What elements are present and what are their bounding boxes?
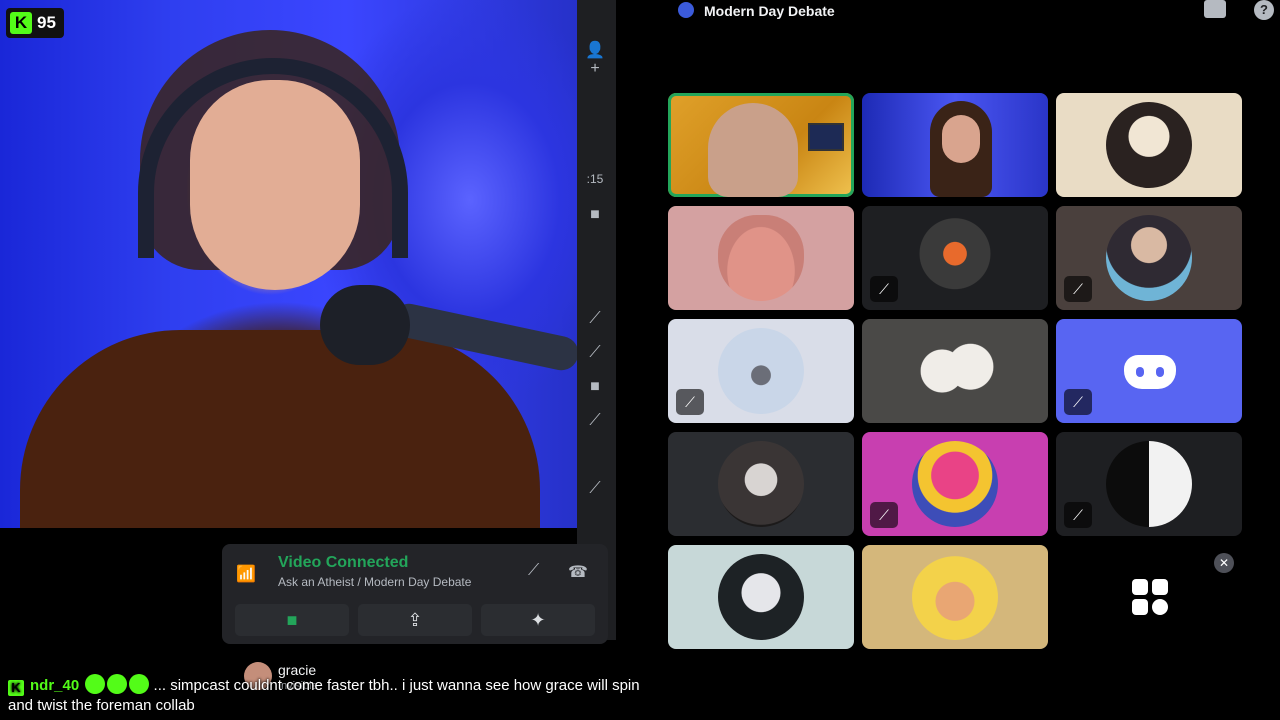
inbox-icon[interactable] [1204, 0, 1226, 18]
video-tile-streamer[interactable] [862, 93, 1048, 197]
channel-header: Modern Day Debate ? [616, 0, 1280, 22]
video-tile-avatar[interactable]: ⟋ [862, 206, 1048, 310]
chat-username: ndr_40 [30, 677, 80, 694]
mouth-avatar [718, 215, 804, 301]
mic-muted-icon: ⟋ [589, 310, 601, 327]
video-tile-avatar[interactable] [1056, 93, 1242, 197]
disconnect-icon[interactable]: ☎ [568, 562, 588, 582]
noise-suppression-icon[interactable]: ⟋ [528, 562, 539, 580]
close-icon[interactable]: ✕ [1214, 553, 1234, 573]
mic-muted-icon: ⟋ [870, 276, 898, 302]
video-tile-avatar[interactable]: ⟋ [668, 319, 854, 423]
hooded-figure-avatar [718, 554, 804, 640]
mic-muted-icon: ⟋ [1064, 276, 1092, 302]
camera-icon: ■ [590, 378, 600, 395]
duck-avatar [1106, 215, 1192, 301]
mic-muted-icon: ⟋ [589, 412, 601, 429]
stream-screen: K 95 👤+ :15 ■ ⟋ ⟋ ■ ⟋ ⟋ Modern Day Debat… [0, 0, 1280, 720]
camera-icon: ■ [590, 206, 600, 223]
pink-character-avatar [912, 441, 998, 527]
webcam-feed: K 95 [0, 0, 577, 528]
connection-status: Video Connected [278, 554, 409, 571]
chat-message: Kndr_40 ... simpcast couldnt come faster… [8, 674, 648, 716]
viewer-count-badge: K 95 [6, 8, 64, 38]
snow-figure-avatar [718, 328, 804, 414]
video-tile-avatar[interactable] [668, 545, 854, 649]
help-icon[interactable]: ? [1254, 0, 1274, 20]
participant-face [942, 115, 980, 163]
video-tile-avatar[interactable] [862, 545, 1048, 649]
mic-muted-icon: ⟋ [1064, 502, 1092, 528]
activities-icon [1132, 579, 1168, 615]
time-fragment: :15 [586, 172, 604, 186]
connection-channel: Ask an Atheist / Modern Day Debate [278, 575, 472, 589]
channel-icon [678, 2, 694, 18]
video-tile-avatar[interactable]: ⟋ [862, 432, 1048, 536]
emote-icon [107, 674, 128, 694]
channel-title: Modern Day Debate [704, 3, 835, 19]
video-tile-avatar[interactable] [668, 432, 854, 536]
video-tile-avatar[interactable] [862, 319, 1048, 423]
sugar-skull-avatar [912, 215, 998, 301]
portrait-avatar [1106, 102, 1192, 188]
connection-signal-icon: 📶 [236, 566, 256, 583]
kick-logo-icon: K [8, 680, 24, 696]
mic-muted-icon: ⟋ [589, 480, 601, 497]
background-tv [808, 123, 844, 151]
screen-share-button[interactable]: ⇪ [358, 604, 472, 636]
viewer-count: 95 [37, 13, 56, 32]
video-tile-avatar[interactable]: ⟋ [1056, 206, 1242, 310]
video-tile-default[interactable]: ⟋ [1056, 319, 1242, 423]
emote-icon [129, 674, 150, 694]
kick-logo-icon: K [10, 12, 32, 34]
mic-muted-icon: ⟋ [676, 389, 704, 415]
video-tile-speaking[interactable] [668, 93, 854, 197]
streamer-jacket [20, 330, 540, 528]
participant-face [708, 103, 798, 197]
activities-tile[interactable]: ✕ [1056, 545, 1242, 649]
video-tile-avatar[interactable]: ⟋ [1056, 432, 1242, 536]
emote-icon [85, 674, 106, 694]
mic-muted-icon: ⟋ [589, 344, 601, 361]
voice-connection-panel: 📶 Video Connected Ask an Atheist / Moder… [222, 544, 608, 644]
microphone [320, 285, 410, 365]
add-user-icon[interactable]: 👤+ [582, 40, 608, 77]
camera-button[interactable]: ■ [235, 604, 349, 636]
mic-muted-icon: ⟋ [870, 502, 898, 528]
cartoon-duo-avatar [912, 328, 998, 414]
discord-logo-icon [1124, 355, 1176, 389]
anime-avatar [718, 441, 804, 527]
saiyan-avatar [912, 554, 998, 640]
mic-muted-icon: ⟋ [1064, 389, 1092, 415]
activities-button[interactable]: ✦ [481, 604, 595, 636]
yin-yang-avatar [1106, 441, 1192, 527]
video-tile-avatar[interactable] [668, 206, 854, 310]
